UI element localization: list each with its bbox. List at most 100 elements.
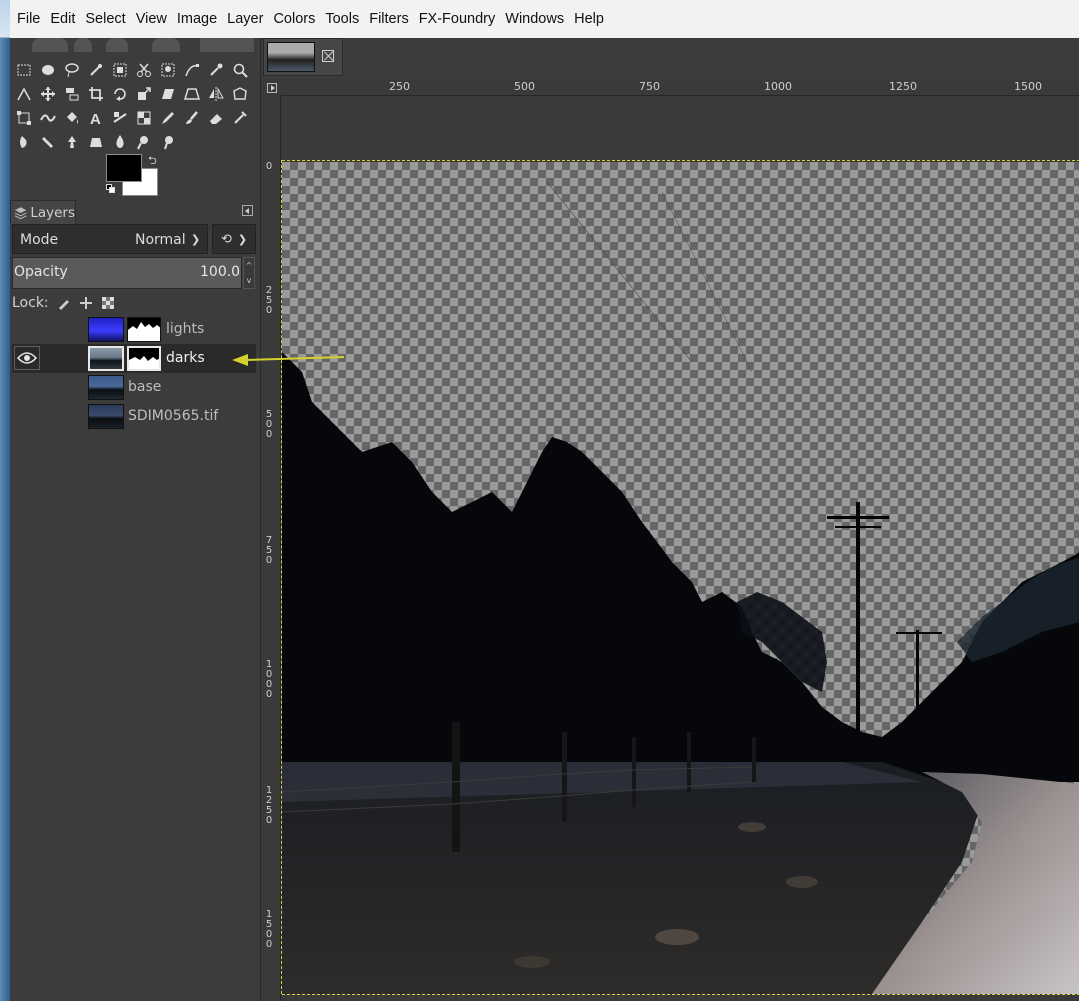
- layer-row-lights[interactable]: lights: [12, 315, 256, 344]
- tool-shear[interactable]: [156, 82, 180, 106]
- tool-cage[interactable]: [228, 82, 252, 106]
- tool-pencil[interactable]: [156, 106, 180, 130]
- tool-move[interactable]: [36, 82, 60, 106]
- mode-select[interactable]: Mode Normal ❯: [12, 224, 208, 254]
- default-colors-icon[interactable]: [106, 184, 116, 194]
- menu-filters[interactable]: Filters: [369, 11, 408, 27]
- menu-file[interactable]: File: [17, 11, 40, 27]
- rotate-icon: [114, 88, 126, 101]
- pencil-icon: [162, 112, 174, 124]
- tool-blend[interactable]: [108, 106, 132, 130]
- dock-menu-button[interactable]: [242, 205, 253, 216]
- image-tab[interactable]: [263, 38, 343, 76]
- wilber-drop-area[interactable]: [22, 38, 254, 54]
- tool-dodge[interactable]: [156, 130, 180, 154]
- close-icon[interactable]: [322, 50, 334, 62]
- layer-row-sdim0565[interactable]: SDIM0565.tif: [12, 402, 256, 431]
- image-window: 250 500 750 1000 1250 1500 0 250 500 750…: [260, 38, 1079, 1001]
- tool-lasso[interactable]: [60, 58, 84, 82]
- visibility-toggle[interactable]: [14, 346, 40, 370]
- horizontal-ruler[interactable]: 250 500 750 1000 1250 1500: [281, 80, 1079, 96]
- foreground-color-swatch[interactable]: [106, 154, 142, 182]
- composite-mode-button[interactable]: ⟲ ❯: [212, 224, 256, 254]
- tool-scissors[interactable]: [132, 58, 156, 82]
- tool-align[interactable]: [60, 82, 84, 106]
- tool-foreground-select[interactable]: [156, 58, 180, 82]
- tool-gradient[interactable]: [132, 106, 156, 130]
- tool-text[interactable]: A: [84, 106, 108, 130]
- blend-icon: [113, 112, 127, 123]
- menu-tools[interactable]: Tools: [325, 11, 359, 27]
- tool-fuzzy-select[interactable]: [84, 58, 108, 82]
- menu-help[interactable]: Help: [574, 11, 604, 27]
- tool-blur[interactable]: [108, 130, 132, 154]
- eraser-icon: [210, 114, 222, 124]
- heal-icon: [42, 136, 53, 148]
- hruler-label: 1250: [889, 80, 917, 93]
- menu-select[interactable]: Select: [85, 11, 125, 27]
- menu-fx-foundry[interactable]: FX-Foundry: [419, 11, 496, 27]
- lock-pixels-icon[interactable]: [57, 296, 71, 310]
- tool-smudge[interactable]: [132, 130, 156, 154]
- mode-value: Normal: [135, 232, 186, 248]
- hruler-label: 1500: [1014, 80, 1042, 93]
- tool-warp[interactable]: [36, 106, 60, 130]
- tool-bucket-fill[interactable]: [60, 106, 84, 130]
- lock-alpha-icon[interactable]: [101, 296, 115, 310]
- tool-ellipse-select[interactable]: [36, 58, 60, 82]
- opacity-control[interactable]: Opacity 100.0 ^ v: [12, 257, 256, 289]
- tool-paths[interactable]: [180, 58, 204, 82]
- warp-icon: [40, 114, 56, 122]
- layers-tab[interactable]: Layers: [10, 200, 76, 224]
- tool-ink[interactable]: [12, 130, 36, 154]
- menu-colors[interactable]: Colors: [273, 11, 315, 27]
- tool-rect-select[interactable]: [12, 58, 36, 82]
- vertical-ruler[interactable]: 0 250 500 750 1000 1250 1500: [261, 96, 281, 1001]
- tool-heal[interactable]: [36, 130, 60, 154]
- tool-perspective-clone[interactable]: [84, 130, 108, 154]
- layer-thumbnail: [88, 346, 124, 371]
- layer-mask-thumbnail[interactable]: [127, 317, 161, 342]
- menu-layer[interactable]: Layer: [227, 11, 263, 27]
- window-frame-edge: [0, 38, 10, 1001]
- vruler-label: 250: [265, 285, 273, 316]
- layer-row-base[interactable]: base: [12, 373, 256, 402]
- tool-measure[interactable]: [12, 82, 36, 106]
- gradient-icon: [137, 111, 151, 125]
- layer-mask-thumbnail[interactable]: [127, 346, 161, 371]
- menu-windows[interactable]: Windows: [505, 11, 564, 27]
- tool-scale[interactable]: [132, 82, 156, 106]
- perspective-icon: [184, 88, 200, 100]
- lock-position-icon[interactable]: [79, 296, 93, 310]
- opacity-spin-buttons[interactable]: ^ v: [243, 257, 255, 289]
- ink-icon: [20, 136, 27, 148]
- tool-unified-transform[interactable]: [12, 106, 36, 130]
- bucket-fill-icon: [67, 112, 78, 124]
- unified-transform-icon: [17, 111, 31, 125]
- text-icon: A: [90, 111, 101, 126]
- tool-zoom[interactable]: [228, 58, 252, 82]
- hruler-label: 750: [639, 80, 660, 93]
- tool-clone[interactable]: [60, 130, 84, 154]
- image-canvas[interactable]: [282, 162, 1079, 994]
- swap-colors-icon[interactable]: ⮌: [148, 152, 157, 171]
- menu-view[interactable]: View: [136, 11, 167, 27]
- layer-row-darks[interactable]: darks: [12, 344, 256, 373]
- tool-rotate[interactable]: [108, 82, 132, 106]
- hruler-label: 1000: [764, 80, 792, 93]
- tool-paintbrush[interactable]: [180, 106, 204, 130]
- ellipse-select-icon: [42, 65, 54, 75]
- fuzzy-select-icon: [90, 64, 102, 76]
- menu-image[interactable]: Image: [177, 11, 217, 27]
- tool-color-select[interactable]: [108, 58, 132, 82]
- tool-crop[interactable]: [84, 82, 108, 106]
- chevron-down-icon: ❯: [191, 233, 201, 246]
- tool-airbrush[interactable]: [228, 106, 252, 130]
- image-menu-button[interactable]: [267, 83, 277, 93]
- tool-eraser[interactable]: [204, 106, 228, 130]
- tool-flip[interactable]: [204, 82, 228, 106]
- tool-perspective[interactable]: [180, 82, 204, 106]
- tool-color-picker[interactable]: [204, 58, 228, 82]
- svg-text:A: A: [90, 111, 101, 126]
- menu-edit[interactable]: Edit: [50, 11, 75, 27]
